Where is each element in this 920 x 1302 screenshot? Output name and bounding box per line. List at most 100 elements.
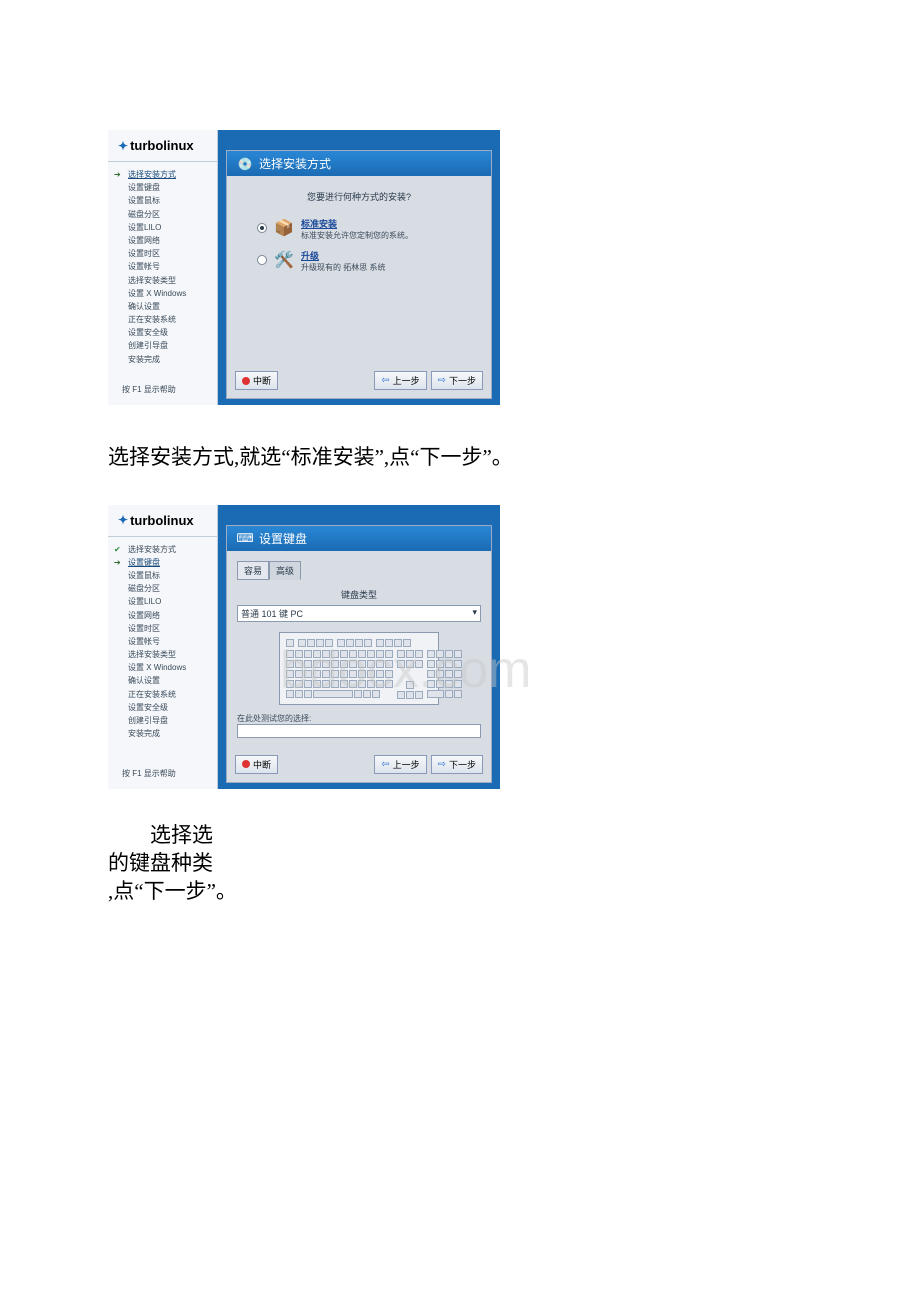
sidebar: ✦ turbolinux 选择安装方式 设置键盘 设置鼠标 磁盘分区 设置LIL… <box>108 505 218 789</box>
document-paragraph-1: 选择安装方式,就选“标准安装”,点“下一步”。 <box>108 441 920 475</box>
document-paragraph-2: 选择选 的键盘种类 ,点“下一步”。 <box>108 821 468 906</box>
step-item: 创建引导盘 <box>114 714 215 727</box>
sidebar: ✦ turbolinux 选择安装方式 设置键盘 设置鼠标 磁盘分区 设置LIL… <box>108 130 218 405</box>
arrow-left-icon: ⇦ <box>381 375 389 386</box>
step-item: 设置 X Windows <box>114 287 215 300</box>
test-input-label: 在此处测试您的选择: <box>237 713 481 724</box>
tabs: 容易 高级 <box>237 561 481 580</box>
tab-advanced[interactable]: 高级 <box>269 561 301 580</box>
panel-body: 您要进行何种方式的安装? 📦 标准安装 标准安装允许您定制您的系统。 🛠️ <box>227 176 491 365</box>
option-title: 标准安装 <box>301 217 413 230</box>
keyboard-type-select[interactable]: 普通 101 键 PC ▾ <box>237 605 481 622</box>
step-item: 确认设置 <box>114 300 215 313</box>
upgrade-icon: 🛠️ <box>273 249 295 271</box>
dropdown-icon: ▾ <box>472 607 477 620</box>
cancel-button[interactable]: 中断 <box>235 755 278 774</box>
cancel-label: 中断 <box>253 374 271 387</box>
step-item: 设置LILO <box>114 221 215 234</box>
prev-button[interactable]: ⇦ 上一步 <box>374 371 426 390</box>
option-text: 标准安装 标准安装允许您定制您的系统。 <box>301 217 413 241</box>
step-item: 正在安装系统 <box>114 313 215 326</box>
step-item: 设置键盘 <box>114 181 215 194</box>
next-button[interactable]: ⇨ 下一步 <box>431 371 483 390</box>
step-item: 设置时区 <box>114 622 215 635</box>
brand: ✦ turbolinux <box>118 138 211 153</box>
standard-install-option[interactable]: 📦 标准安装 标准安装允许您定制您的系统。 <box>237 213 481 245</box>
step-item: 设置鼠标 <box>114 194 215 207</box>
keyboard-selected-value: 普通 101 键 PC <box>241 607 303 620</box>
brand: ✦ turbolinux <box>118 513 211 528</box>
arrow-right-icon: ⇨ <box>438 375 446 386</box>
step-item: 安装完成 <box>114 353 215 366</box>
standard-install-icon: 📦 <box>273 217 295 239</box>
step-item: 选择安装类型 <box>114 274 215 287</box>
help-hint: 按 F1 显示帮助 <box>114 762 184 785</box>
next-button[interactable]: ⇨ 下一步 <box>431 755 483 774</box>
prev-button[interactable]: ⇦ 上一步 <box>374 755 426 774</box>
keyboard-panel: ⌨ 设置键盘 容易 高级 键盘类型 普通 101 键 PC ▾ <box>226 525 492 783</box>
next-label: 下一步 <box>449 374 476 387</box>
step-item: 设置安全级 <box>114 326 215 339</box>
panel-body: 容易 高级 键盘类型 普通 101 键 PC ▾ <box>227 551 491 749</box>
para2-line2: 的键盘种类 <box>108 849 468 877</box>
step-item: 设置帐号 <box>114 260 215 273</box>
step-item: 确认设置 <box>114 674 215 687</box>
install-steps: 选择安装方式 设置键盘 设置鼠标 磁盘分区 设置LILO 设置网络 设置时区 设… <box>108 162 217 372</box>
para2-line3: ,点“下一步”。 <box>108 877 468 905</box>
next-label: 下一步 <box>449 758 476 771</box>
step-item: 设置 X Windows <box>114 661 215 674</box>
step-item: 设置键盘 <box>114 556 215 569</box>
step-item: 选择安装类型 <box>114 648 215 661</box>
keyboard-type-label: 键盘类型 <box>237 584 481 605</box>
keyboard-test-input[interactable] <box>237 724 481 738</box>
step-item: 设置安全级 <box>114 701 215 714</box>
install-type-icon: 💿 <box>237 156 253 172</box>
help-hint: 按 F1 显示帮助 <box>114 378 184 401</box>
install-prompt: 您要进行何种方式的安装? <box>237 186 481 213</box>
brand-text: turbolinux <box>130 138 194 153</box>
radio-selected-icon[interactable] <box>257 223 267 233</box>
stop-icon <box>242 377 250 385</box>
para2-line1: 选择选 <box>108 821 468 849</box>
panel-header: 💿 选择安装方式 <box>227 151 491 176</box>
step-item: 设置鼠标 <box>114 569 215 582</box>
option-text: 升级 升级现有的 拓林思 系统 <box>301 249 385 273</box>
step-item: 正在安装系统 <box>114 688 215 701</box>
upgrade-option[interactable]: 🛠️ 升级 升级现有的 拓林思 系统 <box>237 245 481 277</box>
installer-screenshot-1: ✦ turbolinux 选择安装方式 设置键盘 设置鼠标 磁盘分区 设置LIL… <box>108 130 500 405</box>
cancel-button[interactable]: 中断 <box>235 371 278 390</box>
step-item: 设置时区 <box>114 247 215 260</box>
step-item: 选择安装方式 <box>114 168 215 181</box>
step-item: 安装完成 <box>114 727 215 740</box>
radio-icon[interactable] <box>257 255 267 265</box>
tab-easy[interactable]: 容易 <box>237 561 269 580</box>
panel-title: 设置键盘 <box>259 530 307 547</box>
step-item: 创建引导盘 <box>114 339 215 352</box>
prev-label: 上一步 <box>393 758 420 771</box>
installer-screenshot-2: ✦ turbolinux 选择安装方式 设置键盘 设置鼠标 磁盘分区 设置LIL… <box>108 505 500 789</box>
prev-label: 上一步 <box>393 374 420 387</box>
keyboard-header-icon: ⌨ <box>237 530 253 546</box>
step-item: 设置帐号 <box>114 635 215 648</box>
main-panel-area: ⌨ 设置键盘 容易 高级 键盘类型 普通 101 键 PC ▾ <box>218 505 500 789</box>
brand-icon: ✦ <box>118 139 128 153</box>
panel-header: ⌨ 设置键盘 <box>227 526 491 551</box>
option-desc: 标准安装允许您定制您的系统。 <box>301 230 413 241</box>
button-row: 中断 ⇦ 上一步 ⇨ 下一步 <box>227 365 491 398</box>
install-steps: 选择安装方式 设置键盘 设置鼠标 磁盘分区 设置LILO 设置网络 设置时区 设… <box>108 537 217 747</box>
cancel-label: 中断 <box>253 758 271 771</box>
button-row: 中断 ⇦ 上一步 ⇨ 下一步 <box>227 749 491 782</box>
logo-area: ✦ turbolinux <box>108 505 217 537</box>
option-title: 升级 <box>301 249 385 262</box>
brand-icon: ✦ <box>118 513 128 527</box>
install-type-panel: 💿 选择安装方式 您要进行何种方式的安装? 📦 标准安装 标准安装允许您定制您的… <box>226 150 492 399</box>
step-item: 磁盘分区 <box>114 208 215 221</box>
arrow-right-icon: ⇨ <box>438 759 446 770</box>
panel-title: 选择安装方式 <box>259 155 331 172</box>
step-item: 设置网络 <box>114 609 215 622</box>
logo-area: ✦ turbolinux <box>108 130 217 162</box>
step-item: 磁盘分区 <box>114 582 215 595</box>
keyboard-diagram <box>279 632 439 705</box>
stop-icon <box>242 760 250 768</box>
step-item: 选择安装方式 <box>114 543 215 556</box>
